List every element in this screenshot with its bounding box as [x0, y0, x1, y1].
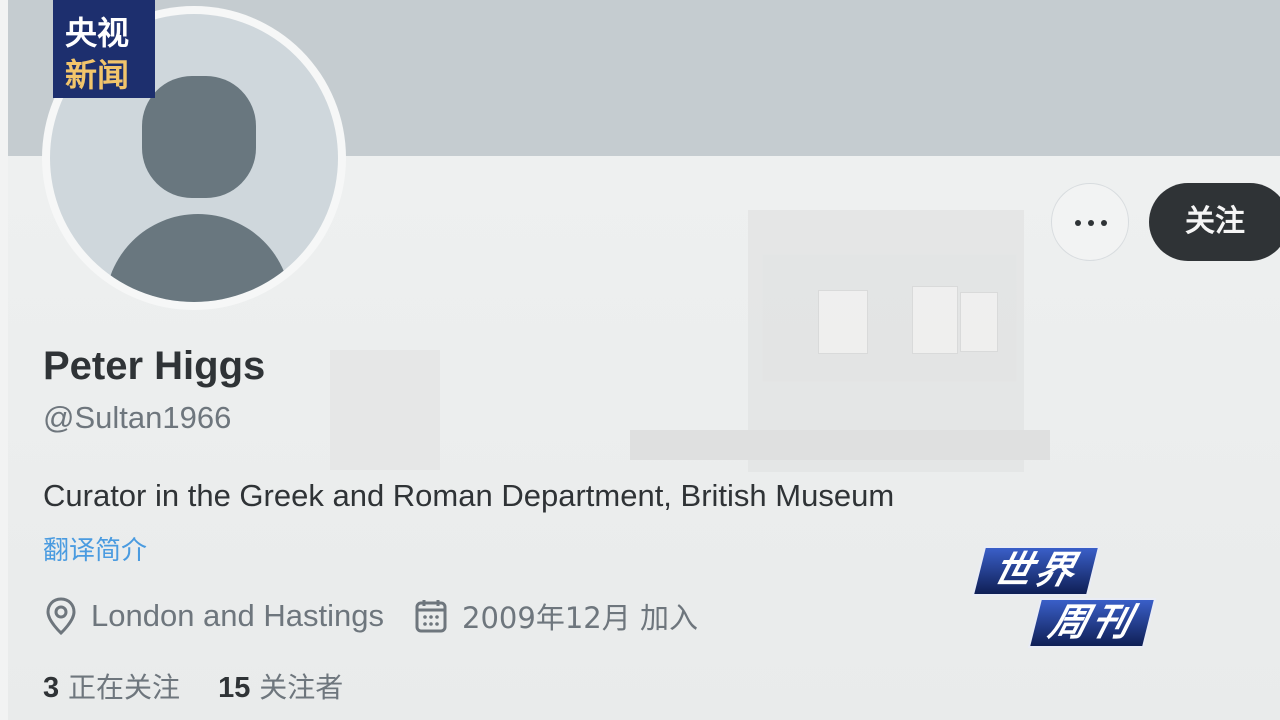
translate-bio-link[interactable]: 翻译简介 — [43, 530, 147, 567]
followers-count: 15 — [218, 672, 251, 704]
more-options-button[interactable] — [1051, 183, 1129, 261]
left-edge — [0, 0, 8, 720]
following-label: 正在关注 — [68, 671, 181, 704]
avatar-body-shape — [105, 214, 291, 302]
profile-bio: Curator in the Greek and Roman Departmen… — [43, 478, 895, 513]
cctv-news-logo: 央视 新闻 — [53, 0, 155, 98]
profile-join-date: 2009年12月 加入 — [462, 601, 698, 635]
followers-label: 关注者 — [259, 671, 344, 704]
background-scene-card — [960, 292, 998, 352]
program-watermark-line-2: 周刊 — [1030, 600, 1154, 646]
logo-line-1: 央视 — [65, 14, 130, 52]
follow-stats: 3 正在关注 15 关注者 — [43, 666, 343, 706]
profile-handle: @Sultan1966 — [43, 400, 232, 435]
background-scene-card — [818, 290, 868, 354]
profile-meta-row: London and Hastings 2009年12月 加入 — [43, 594, 698, 638]
background-scene-card — [912, 286, 958, 354]
background-scene-table — [630, 430, 1050, 460]
location-pin-icon — [43, 596, 79, 636]
avatar-head-shape — [142, 76, 256, 198]
profile-name: Peter Higgs — [43, 344, 266, 388]
follow-button[interactable]: 关注 — [1149, 183, 1280, 261]
logo-line-2: 新闻 — [65, 56, 130, 94]
calendar-icon — [414, 598, 448, 634]
followers-link[interactable]: 15 关注者 — [218, 671, 343, 704]
following-link[interactable]: 3 正在关注 — [43, 671, 180, 704]
following-count: 3 — [43, 672, 60, 704]
profile-location: London and Hastings — [91, 598, 385, 633]
background-scene-machine — [330, 350, 440, 470]
program-watermark-line-1: 世界 — [974, 548, 1098, 594]
